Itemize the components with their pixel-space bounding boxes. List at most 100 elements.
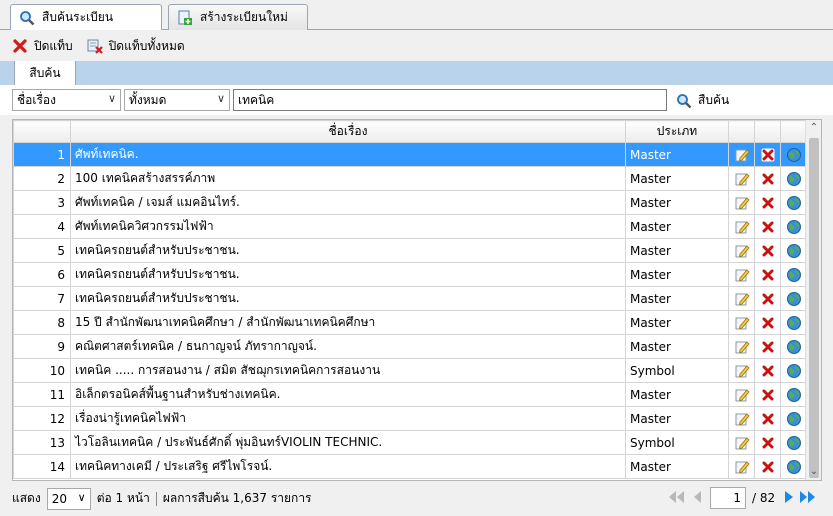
edit-button[interactable]: [728, 430, 755, 455]
scroll-down-icon[interactable]: ⌄: [806, 464, 821, 480]
view-button[interactable]: [780, 358, 807, 383]
edit-button[interactable]: [728, 382, 755, 407]
delete-button[interactable]: [754, 286, 781, 311]
table-row[interactable]: 1 ศัพท์เทคนิค. Master: [13, 142, 807, 167]
edit-button[interactable]: [728, 214, 755, 239]
edit-icon: [734, 387, 750, 403]
table-row[interactable]: 7 เทคนิครถยนต์สำหรับประชาชน. Master: [13, 286, 807, 311]
edit-button[interactable]: [728, 262, 755, 287]
row-title[interactable]: เทคนิครถยนต์สำหรับประชาชน.: [70, 262, 626, 287]
scroll-thumb[interactable]: [809, 138, 819, 478]
first-page-icon[interactable]: [668, 490, 686, 507]
edit-button[interactable]: [728, 190, 755, 215]
search-button[interactable]: สืบค้น: [676, 91, 729, 110]
delete-button[interactable]: [754, 358, 781, 383]
delete-button[interactable]: [754, 382, 781, 407]
view-button[interactable]: [780, 430, 807, 455]
edit-button[interactable]: [728, 454, 755, 479]
table-row[interactable]: 13 ไวโอลินเทคนิค / ประพันธ์ศักดิ์ พุ่มอิน…: [13, 430, 807, 455]
search-field-select[interactable]: ชื่อเรื่อง ∨: [12, 89, 121, 111]
edit-button[interactable]: [728, 310, 755, 335]
table-row[interactable]: 14 เทคนิคทางเคมี / ประเสริฐ ศรีไพโรจน์. Ma…: [13, 454, 807, 479]
row-type: Master: [625, 262, 729, 287]
edit-icon: [734, 147, 750, 163]
table-row[interactable]: 5 เทคนิครถยนต์สำหรับประชาชน. Master: [13, 238, 807, 263]
edit-button[interactable]: [728, 166, 755, 191]
row-title[interactable]: ไวโอลินเทคนิค / ประพันธ์ศักดิ์ พุ่มอินทร…: [70, 430, 626, 455]
row-title[interactable]: ศัพท์เทคนิค / เจมส์ แมคอินไทร์.: [70, 190, 626, 215]
scroll-up-icon[interactable]: ⌃: [806, 120, 821, 136]
view-button[interactable]: [780, 334, 807, 359]
delete-button[interactable]: [754, 166, 781, 191]
table-row[interactable]: 8 15 ปี สำนักพัฒนาเทคนิคศึกษา / สำนักพัฒน…: [13, 310, 807, 335]
edit-button[interactable]: [728, 334, 755, 359]
delete-button[interactable]: [754, 406, 781, 431]
row-title[interactable]: อิเล็กตรอนิคส์พื้นฐานสำหรับช่างเทคนิค.: [70, 382, 626, 407]
row-title[interactable]: เทคนิครถยนต์สำหรับประชาชน.: [70, 238, 626, 263]
next-page-icon[interactable]: [783, 490, 795, 507]
row-title[interactable]: เรื่องน่ารู้เทคนิคไฟฟ้า: [70, 406, 626, 431]
view-button[interactable]: [780, 262, 807, 287]
delete-button[interactable]: [754, 310, 781, 335]
row-title[interactable]: ศัพท์เทคนิควิศวกรรมไฟฟ้า: [70, 214, 626, 239]
prev-page-icon[interactable]: [692, 490, 702, 507]
per-page-label: ต่อ 1 หน้า: [96, 491, 150, 505]
vertical-scrollbar[interactable]: ⌃ ⌄: [805, 120, 821, 480]
delete-button[interactable]: [754, 454, 781, 479]
chevron-down-icon: ∨: [216, 92, 225, 105]
delete-button[interactable]: [754, 238, 781, 263]
delete-button[interactable]: [754, 190, 781, 215]
delete-button[interactable]: [754, 334, 781, 359]
close-tab-button[interactable]: ปิดแท็บ: [12, 37, 73, 56]
table-row[interactable]: 3 ศัพท์เทคนิค / เจมส์ แมคอินไทร์. Master: [13, 190, 807, 215]
match-mode-select[interactable]: ทั้งหมด ∨: [124, 89, 230, 111]
table-row[interactable]: 9 คณิตศาสตร์เทคนิค / ธนกาญจน์ ภัทรากาญจน์…: [13, 334, 807, 359]
row-title[interactable]: 15 ปี สำนักพัฒนาเทคนิคศึกษา / สำนักพัฒนา…: [70, 310, 626, 335]
edit-button[interactable]: [728, 286, 755, 311]
row-title[interactable]: เทคนิครถยนต์สำหรับประชาชน.: [70, 286, 626, 311]
view-button[interactable]: [780, 310, 807, 335]
header-type[interactable]: ประเภท: [625, 120, 729, 143]
view-button[interactable]: [780, 286, 807, 311]
tab-search[interactable]: สืบค้น: [14, 61, 76, 85]
view-button[interactable]: [780, 454, 807, 479]
edit-button[interactable]: [728, 142, 755, 167]
row-type: Master: [625, 214, 729, 239]
current-page-input[interactable]: [710, 487, 746, 509]
view-button[interactable]: [780, 166, 807, 191]
table-row[interactable]: 10 เทคนิค ..... การสอนงาน / สมิต สัชฌุกรเ…: [13, 358, 807, 383]
close-all-tabs-button[interactable]: ปิดแท็บทั้งหมด: [87, 37, 185, 56]
delete-button[interactable]: [754, 142, 781, 167]
tab-new-record[interactable]: สร้างระเบียนใหม่: [168, 4, 308, 30]
table-row[interactable]: 6 เทคนิครถยนต์สำหรับประชาชน. Master: [13, 262, 807, 287]
delete-button[interactable]: [754, 214, 781, 239]
tab-search-records[interactable]: สืบค้นระเบียน: [10, 4, 162, 30]
table-row[interactable]: 2 100 เทคนิคสร้างสรรค์ภาพ Master: [13, 166, 807, 191]
view-button[interactable]: [780, 406, 807, 431]
row-number: 8: [13, 310, 71, 335]
table-row[interactable]: 12 เรื่องน่ารู้เทคนิคไฟฟ้า Master: [13, 406, 807, 431]
table-row[interactable]: 11 อิเล็กตรอนิคส์พื้นฐานสำหรับช่างเทคนิค.…: [13, 382, 807, 407]
row-title[interactable]: เทคนิคทางเคมี / ประเสริฐ ศรีไพโรจน์.: [70, 454, 626, 479]
view-button[interactable]: [780, 190, 807, 215]
view-button[interactable]: [780, 382, 807, 407]
header-title[interactable]: ชื่อเรื่อง: [70, 120, 626, 143]
search-input[interactable]: [233, 89, 667, 111]
view-button[interactable]: [780, 238, 807, 263]
last-page-icon[interactable]: [799, 490, 817, 507]
row-title[interactable]: เทคนิค ..... การสอนงาน / สมิต สัชฌุกรเทค…: [70, 358, 626, 383]
row-title[interactable]: 100 เทคนิคสร้างสรรค์ภาพ: [70, 166, 626, 191]
delete-button[interactable]: [754, 262, 781, 287]
view-button[interactable]: [780, 214, 807, 239]
delete-button[interactable]: [754, 430, 781, 455]
row-number: 12: [13, 406, 71, 431]
table-row[interactable]: 4 ศัพท์เทคนิควิศวกรรมไฟฟ้า Master: [13, 214, 807, 239]
edit-button[interactable]: [728, 238, 755, 263]
edit-icon: [734, 411, 750, 427]
row-title[interactable]: คณิตศาสตร์เทคนิค / ธนกาญจน์ ภัทรากาญจน์.: [70, 334, 626, 359]
row-title[interactable]: ศัพท์เทคนิค.: [70, 142, 626, 167]
view-button[interactable]: [780, 142, 807, 167]
page-size-select[interactable]: 20 ∨: [46, 487, 91, 510]
edit-button[interactable]: [728, 358, 755, 383]
edit-button[interactable]: [728, 406, 755, 431]
